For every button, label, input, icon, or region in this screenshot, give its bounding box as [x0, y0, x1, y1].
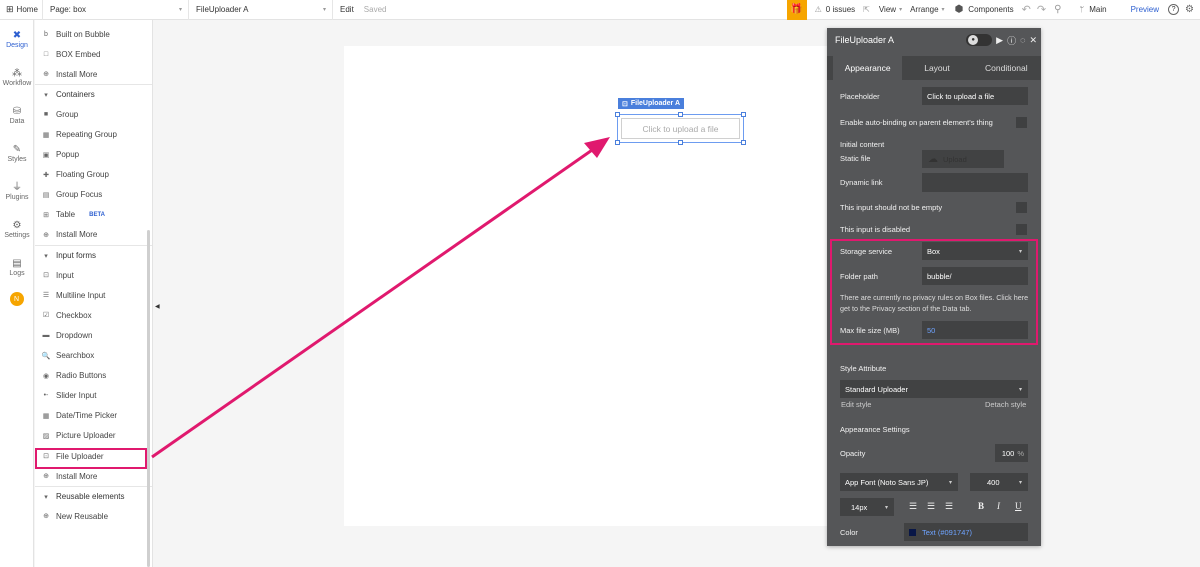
detach-style-link[interactable]: Detach style	[985, 400, 1026, 409]
font-weight-value: 400	[987, 477, 1000, 487]
align-left-icon[interactable]: ☰	[909, 501, 917, 512]
chevron-down-icon: ▾	[1018, 386, 1022, 393]
opacity-input[interactable]: 100 %	[995, 444, 1028, 462]
chevron-down-icon: ▾	[1018, 479, 1022, 486]
disabled-label: This input is disabled	[840, 225, 911, 234]
comment-icon[interactable]: ◌	[1020, 35, 1025, 45]
tab-conditional[interactable]: Conditional	[972, 56, 1041, 80]
play-icon[interactable]: ▶	[996, 35, 1003, 46]
font-size-value: 14px	[851, 502, 868, 512]
chevron-down-icon: ▾	[948, 479, 952, 486]
eye-icon: ●	[968, 35, 979, 45]
opacity-unit: %	[1017, 448, 1024, 458]
static-file-label: Static file	[840, 154, 871, 163]
upload-button[interactable]: ☁ Upload	[922, 150, 1004, 168]
upload-label: Upload	[943, 154, 967, 164]
editor-tabs: Appearance Layout Conditional	[827, 56, 1041, 80]
style-value: Standard Uploader	[845, 384, 908, 394]
chevron-down-icon: ▾	[884, 504, 888, 511]
color-picker[interactable]: Text (#091747)	[904, 523, 1028, 541]
style-dropdown[interactable]: Standard Uploader ▾	[840, 380, 1028, 398]
underline-icon[interactable]: U	[1015, 501, 1022, 511]
not-empty-label: This input should not be empty	[840, 203, 943, 212]
tab-appearance[interactable]: Appearance	[833, 56, 903, 80]
dynamic-link-label: Dynamic link	[840, 178, 883, 187]
autobinding-checkbox[interactable]	[1016, 117, 1027, 128]
autobinding-label: Enable auto-binding on parent element's …	[840, 118, 993, 127]
editor-header: FileUploader A ● ▶ ⓘ ◌ ✕	[827, 28, 1041, 52]
align-right-icon[interactable]: ☰	[945, 501, 953, 512]
font-dropdown[interactable]: App Font (Noto Sans JP) ▾	[840, 473, 958, 491]
close-icon[interactable]: ✕	[1029, 35, 1037, 46]
disabled-checkbox[interactable]	[1016, 224, 1027, 235]
font-size-dropdown[interactable]: 14px ▾	[840, 498, 894, 516]
dynamic-link-input[interactable]	[922, 173, 1028, 192]
not-empty-checkbox[interactable]	[1016, 202, 1027, 213]
font-value: App Font (Noto Sans JP)	[845, 477, 929, 487]
editor-title: FileUploader A	[835, 35, 895, 45]
color-swatch	[909, 528, 916, 536]
opacity-value: 100	[1001, 448, 1015, 458]
italic-icon[interactable]: I	[997, 501, 1000, 511]
initial-content-label: Initial content	[840, 140, 885, 149]
arrow-line	[151, 146, 596, 459]
style-attribute-label: Style Attribute	[840, 364, 887, 373]
edit-style-link[interactable]: Edit style	[841, 400, 871, 409]
arrow-head	[584, 137, 610, 158]
reveal-toggle[interactable]: ●	[966, 34, 993, 46]
tab-layout[interactable]: Layout	[902, 56, 971, 80]
info-icon[interactable]: ⓘ	[1007, 34, 1016, 47]
font-weight-dropdown[interactable]: 400 ▾	[970, 473, 1028, 491]
opacity-label: Opacity	[840, 449, 866, 458]
appearance-settings-label: Appearance Settings	[840, 425, 910, 434]
storage-settings-highlight	[830, 239, 1038, 345]
color-value: Text (#091747)	[922, 527, 973, 537]
placeholder-label: Placeholder	[840, 92, 880, 101]
bold-icon[interactable]: B	[978, 501, 984, 511]
cloud-upload-icon: ☁	[928, 153, 938, 165]
align-center-icon[interactable]: ☰	[927, 501, 935, 512]
placeholder-input[interactable]: Click to upload a file	[922, 87, 1028, 105]
color-label: Color	[840, 528, 858, 537]
